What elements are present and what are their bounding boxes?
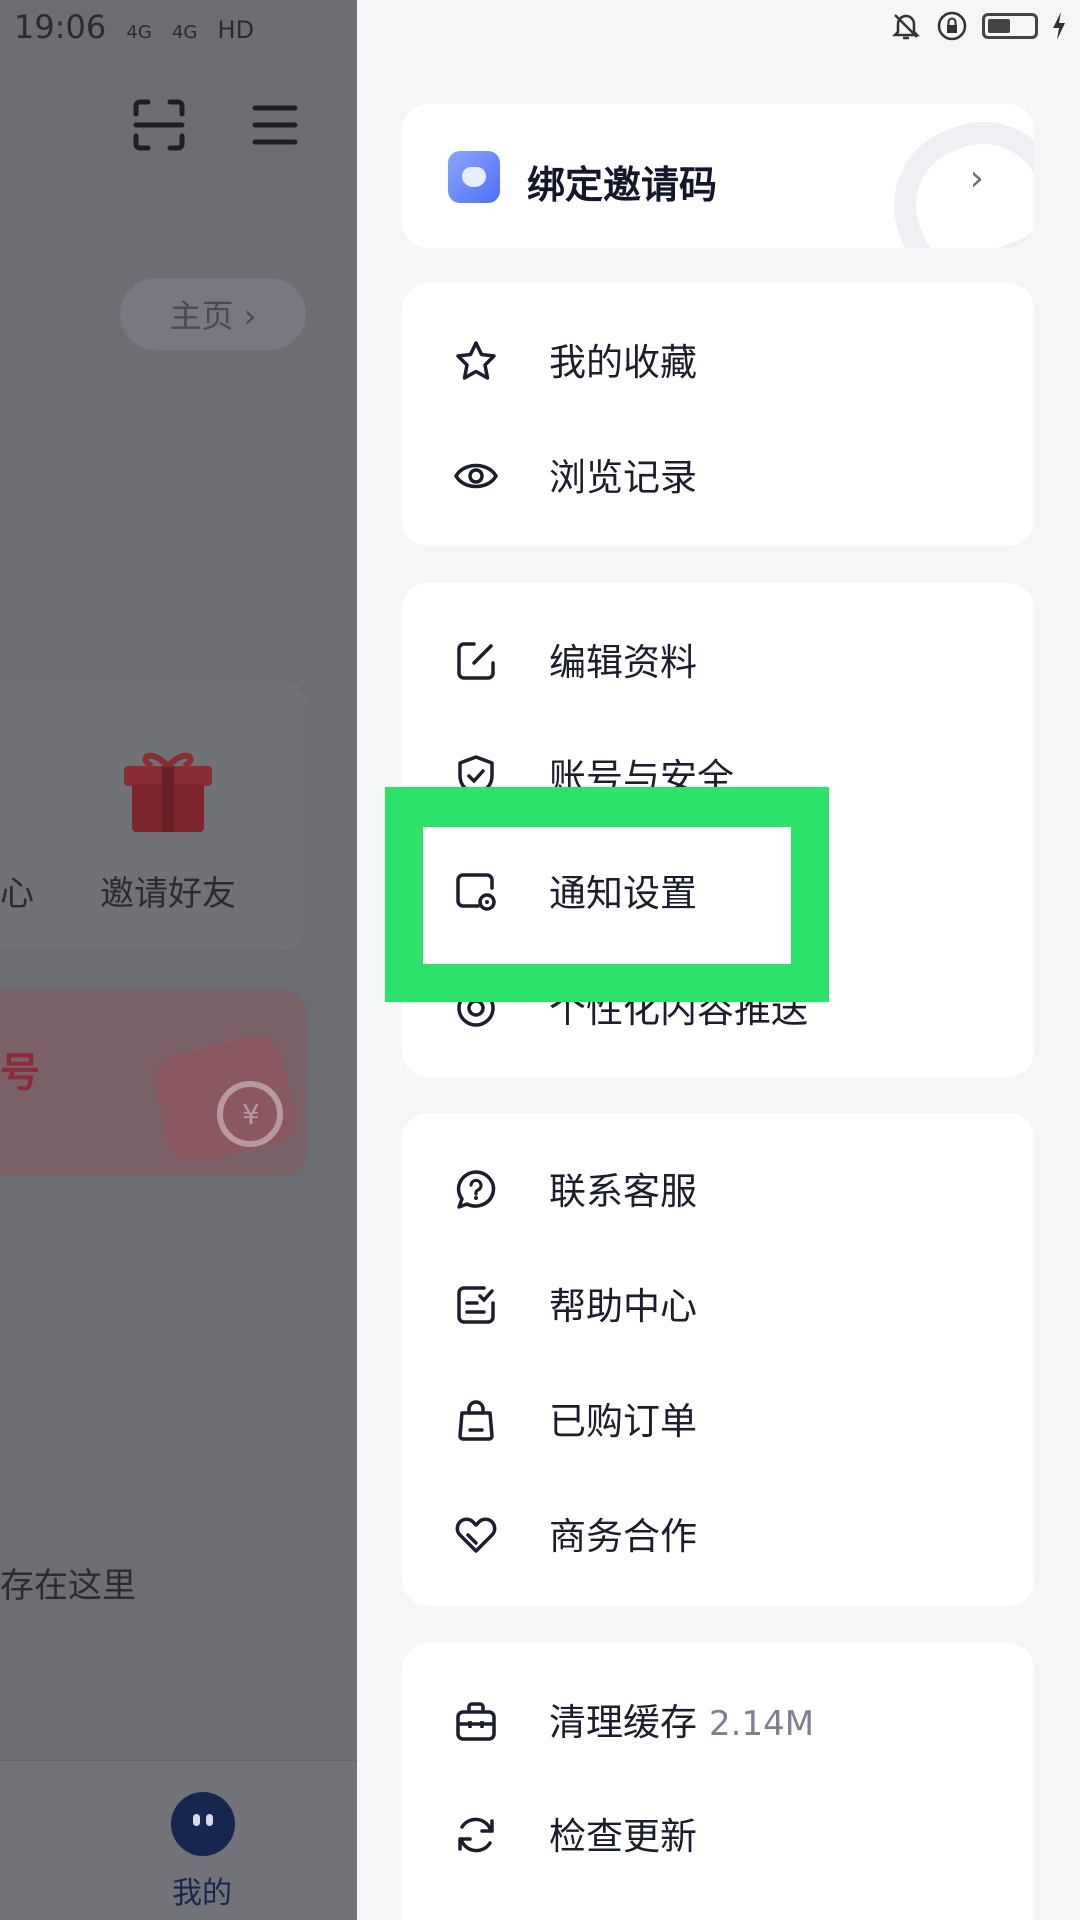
heart-decoration: [871, 104, 1034, 248]
menu-label: 联系客服: [549, 1170, 697, 1213]
bag-icon: [458, 1400, 494, 1441]
invite-code-title: 绑定邀请码: [527, 163, 718, 207]
menu-item-edit-profile[interactable]: 编辑资料: [402, 609, 1034, 709]
menu-item-help-center[interactable]: 帮助中心: [402, 1253, 1034, 1353]
watermark-url: jingyan.baidu.com: [830, 1868, 1034, 1893]
menu-item-history[interactable]: 浏览记录: [402, 424, 1034, 524]
toolbox-icon: [456, 1702, 496, 1741]
battery-icon: [982, 13, 1038, 39]
home-pill-button[interactable]: 主页 ›: [120, 278, 306, 350]
menu-icon[interactable]: [252, 102, 298, 148]
menu-item-contact-service[interactable]: 联系客服: [402, 1138, 1034, 1238]
bind-invite-code-card[interactable]: 绑定邀请码 ›: [402, 104, 1034, 248]
menu-item-account-security[interactable]: 账号与安全: [402, 724, 1034, 824]
bell-muted-icon: [891, 14, 921, 40]
invite-logo-icon: [448, 151, 500, 203]
svg-text:¥: ¥: [242, 1098, 260, 1131]
bg-partial-text: 心: [0, 874, 34, 914]
menu-label: 个性化内容推送: [549, 988, 808, 1031]
menu-label: 账号与安全: [549, 756, 734, 799]
menu-label: 帮助中心: [549, 1285, 697, 1328]
status-time: 19:06: [14, 8, 107, 46]
avatar[interactable]: [171, 1792, 235, 1856]
notification-settings-icon: [456, 873, 496, 911]
menu-label: 通知设置: [549, 872, 697, 915]
charging-icon: [1053, 12, 1065, 40]
watermark-logo: Bai 经验: [828, 1820, 994, 1866]
side-drawer: 绑定邀请码 › 我的收藏 浏览记录 编辑资料 账号与安全 通知设置 个性化内容推…: [357, 0, 1080, 1920]
tab-me-label[interactable]: 我的: [172, 1868, 232, 1912]
menu-item-clear-cache[interactable]: 清理缓存 2.14M: [402, 1669, 1034, 1769]
handshake-heart-icon: [455, 1517, 497, 1553]
background-page-dimmed: 19:06 4G 4G HD 主页 › 心 邀请好友 号 ¥ 存在这里 我的: [0, 0, 357, 1920]
menu-group-support: 联系客服 帮助中心 已购订单 商务合作: [402, 1113, 1034, 1606]
shield-check-icon: [458, 755, 494, 797]
bg-invite-friends-label[interactable]: 邀请好友: [100, 866, 236, 915]
menu-label: 浏览记录: [549, 456, 697, 499]
target-icon: [457, 989, 495, 1027]
cache-size-value: 2.14M: [709, 1704, 815, 1744]
edit-icon: [457, 642, 495, 680]
refresh-icon: [458, 1817, 494, 1853]
menu-group-favorites: 我的收藏 浏览记录: [402, 283, 1034, 546]
menu-item-personalized-push[interactable]: 个性化内容推送: [402, 956, 1034, 1056]
hd-label: HD: [217, 16, 255, 44]
eye-icon: [454, 463, 498, 489]
money-bag-icon: ¥: [153, 1035, 296, 1160]
bg-empty-hint: 存在这里: [0, 1566, 136, 1606]
menu-group-account: 编辑资料 账号与安全 通知设置 个性化内容推送: [402, 583, 1034, 1077]
menu-label: 检查更新: [549, 1815, 697, 1858]
chevron-right-icon: ›: [969, 158, 984, 199]
menu-item-favorites[interactable]: 我的收藏: [402, 309, 1034, 409]
menu-label: 已购订单: [549, 1400, 697, 1443]
menu-item-notification-settings[interactable]: 通知设置: [402, 840, 1034, 940]
bg-promo-text: 号: [0, 1050, 40, 1096]
network-label-2: 4G: [171, 22, 198, 43]
network-label: 4G: [126, 22, 152, 43]
menu-label: 清理缓存 2.14M: [549, 1692, 814, 1746]
menu-label: 商务合作: [549, 1515, 697, 1558]
status-bar-left: 19:06 4G 4G HD: [14, 8, 264, 46]
menu-item-orders[interactable]: 已购订单: [402, 1368, 1034, 1468]
question-bubble-icon: [456, 1170, 496, 1209]
menu-item-business[interactable]: 商务合作: [402, 1483, 1034, 1583]
rotation-lock-icon: [937, 11, 967, 41]
menu-label: 编辑资料: [549, 641, 697, 684]
status-bar-right: [890, 10, 1066, 42]
scan-icon[interactable]: [132, 98, 186, 152]
clear-cache-label: 清理缓存: [549, 1701, 697, 1744]
help-doc-icon: [457, 1286, 495, 1324]
gift-icon: [124, 752, 212, 832]
menu-label: 我的收藏: [549, 341, 697, 384]
star-icon: [456, 341, 496, 380]
